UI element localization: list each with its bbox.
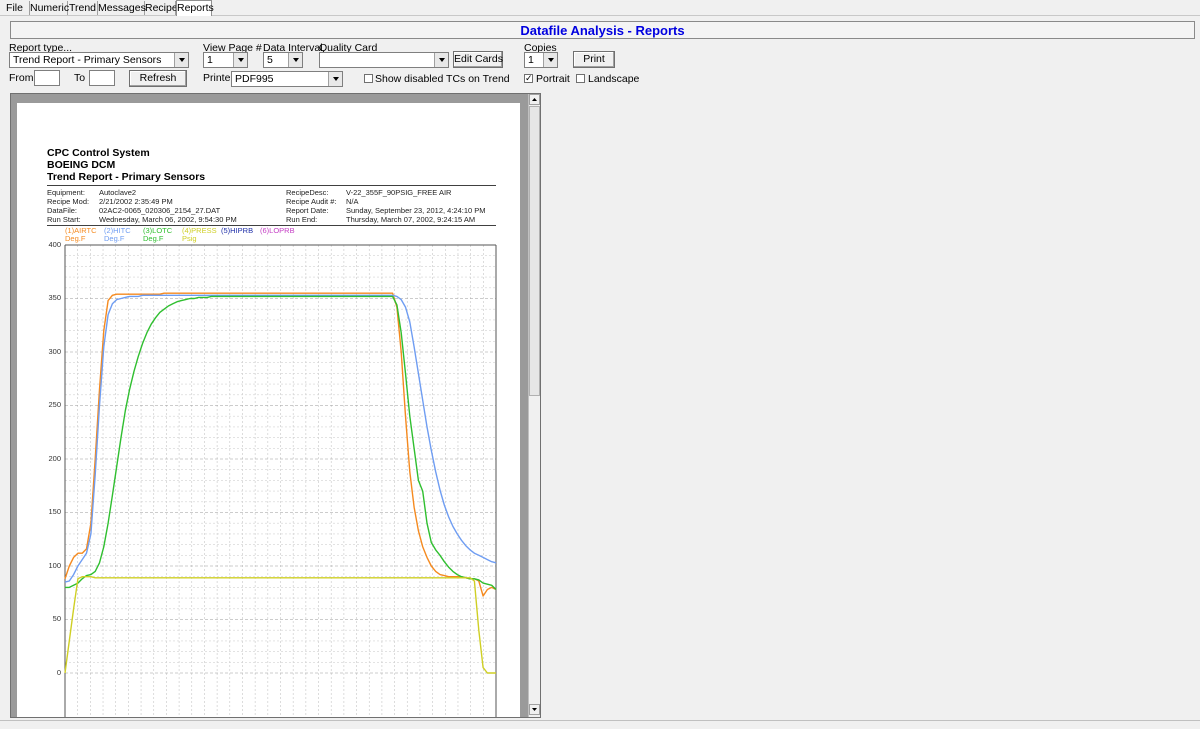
title-bar: Datafile Analysis - Reports [10,21,1195,39]
from-label: From [9,72,34,84]
printer-label: Printer [203,72,234,84]
edit-cards-button[interactable]: Edit Cards [453,51,503,68]
printer-select[interactable]: PDF995 [231,71,343,87]
copies-select[interactable]: 1 [524,52,558,68]
to-input[interactable] [89,70,115,86]
chevron-down-icon[interactable] [174,53,188,67]
chevron-down-icon[interactable] [233,53,247,67]
scroll-thumb[interactable] [529,106,540,396]
tab-reports[interactable]: Reports [176,0,214,16]
arrow-up-icon [532,98,537,101]
landscape-label: Landscape [588,73,640,85]
chevron-down-icon[interactable] [434,53,448,67]
to-label: To [74,72,86,84]
print-button[interactable]: Print [573,51,615,68]
data-interval-value: 5 [267,54,273,66]
printer-value: PDF995 [235,73,274,85]
chevron-down-icon[interactable] [288,53,302,67]
show-disabled-checkbox[interactable] [364,74,373,83]
quality-card-select[interactable] [319,52,449,68]
tab-bar: File Numeric Trend Messages Recipe Repor… [0,0,1200,16]
scroll-down-button[interactable] [529,704,540,715]
report-page: CPC Control System BOEING DCM Trend Repo… [17,103,520,717]
tab-recipe[interactable]: Recipe [145,1,178,15]
data-interval-select[interactable]: 5 [263,52,303,68]
portrait-label: Portrait [536,73,570,85]
tab-numeric[interactable]: Numeric [30,1,69,15]
report-type-select[interactable]: Trend Report - Primary Sensors [9,52,189,68]
refresh-button[interactable]: Refresh [129,70,187,87]
chevron-down-icon[interactable] [328,72,342,86]
tab-file[interactable]: File [0,1,30,15]
vertical-scrollbar[interactable] [528,94,540,717]
from-input[interactable] [34,70,60,86]
landscape-checkbox[interactable] [576,74,585,83]
view-page-select[interactable]: 1 [203,52,248,68]
copies-value: 1 [528,54,534,66]
tab-messages[interactable]: Messages [98,1,146,15]
show-disabled-label: Show disabled TCs on Trend [375,73,510,85]
report-type-value: Trend Report - Primary Sensors [13,54,162,66]
chevron-down-icon[interactable] [543,53,557,67]
report-viewer[interactable]: CPC Control System BOEING DCM Trend Repo… [10,93,541,718]
scroll-up-button[interactable] [529,94,540,105]
status-strip [0,720,1200,729]
page-title: Datafile Analysis - Reports [520,23,685,38]
view-page-value: 1 [207,54,213,66]
arrow-down-icon [532,708,537,711]
tab-trend[interactable]: Trend [68,1,98,15]
trend-chart [64,244,497,717]
portrait-checkbox[interactable]: ✓ [524,74,533,83]
